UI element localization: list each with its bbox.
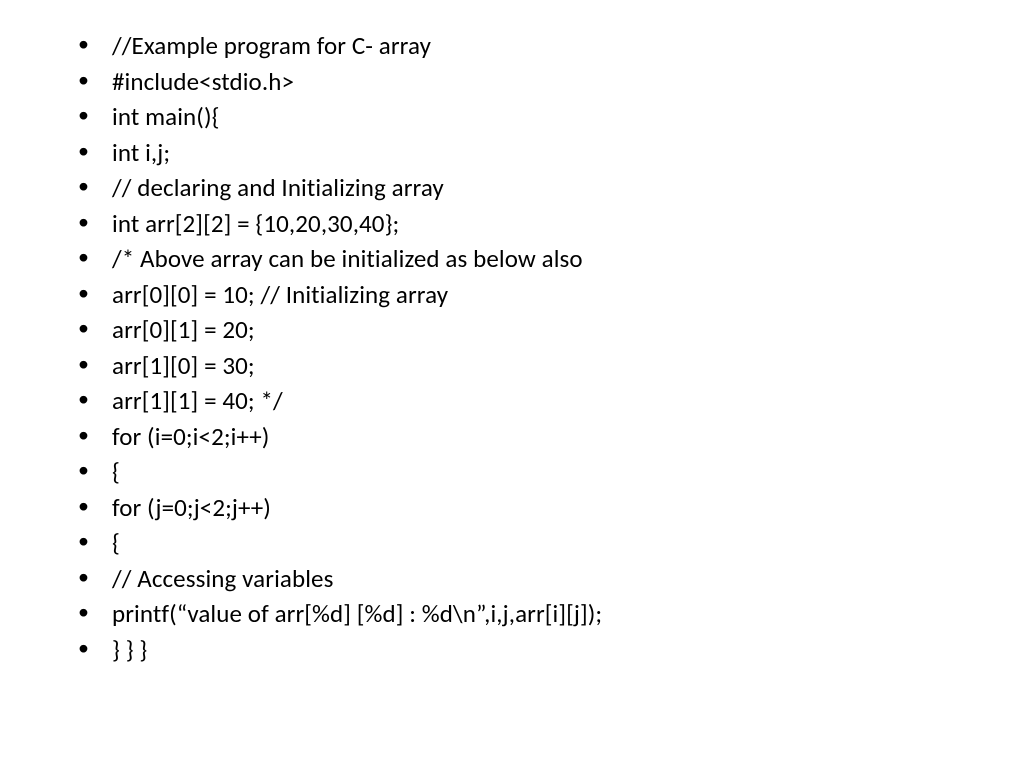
- list-item: arr[1][1] = 40; */: [100, 383, 964, 419]
- list-item: int i,j;: [100, 135, 964, 171]
- list-item: arr[1][0] = 30;: [100, 348, 964, 384]
- list-item: int arr[2][2] = {10,20,30,40};: [100, 206, 964, 242]
- list-item: #include<stdio.h>: [100, 64, 964, 100]
- list-item: // declaring and Initializing array: [100, 170, 964, 206]
- list-item: {: [100, 525, 964, 561]
- list-item: for (i=0;i<2;i++): [100, 419, 964, 455]
- list-item: int main(){: [100, 99, 964, 135]
- list-item: arr[0][0] = 10; // Initializing array: [100, 277, 964, 313]
- list-item: for (j=0;j<2;j++): [100, 490, 964, 526]
- list-item: //Example program for C- array: [100, 28, 964, 64]
- list-item: printf(“value of arr[%d] [%d] : %d\n”,i,…: [100, 596, 964, 632]
- list-item: // Accessing variables: [100, 561, 964, 597]
- list-item: arr[0][1] = 20;: [100, 312, 964, 348]
- list-item: {: [100, 454, 964, 490]
- list-item: /* Above array can be initialized as bel…: [100, 241, 964, 277]
- code-bullet-list: //Example program for C- array #include<…: [60, 28, 964, 667]
- list-item: } } }: [100, 632, 964, 668]
